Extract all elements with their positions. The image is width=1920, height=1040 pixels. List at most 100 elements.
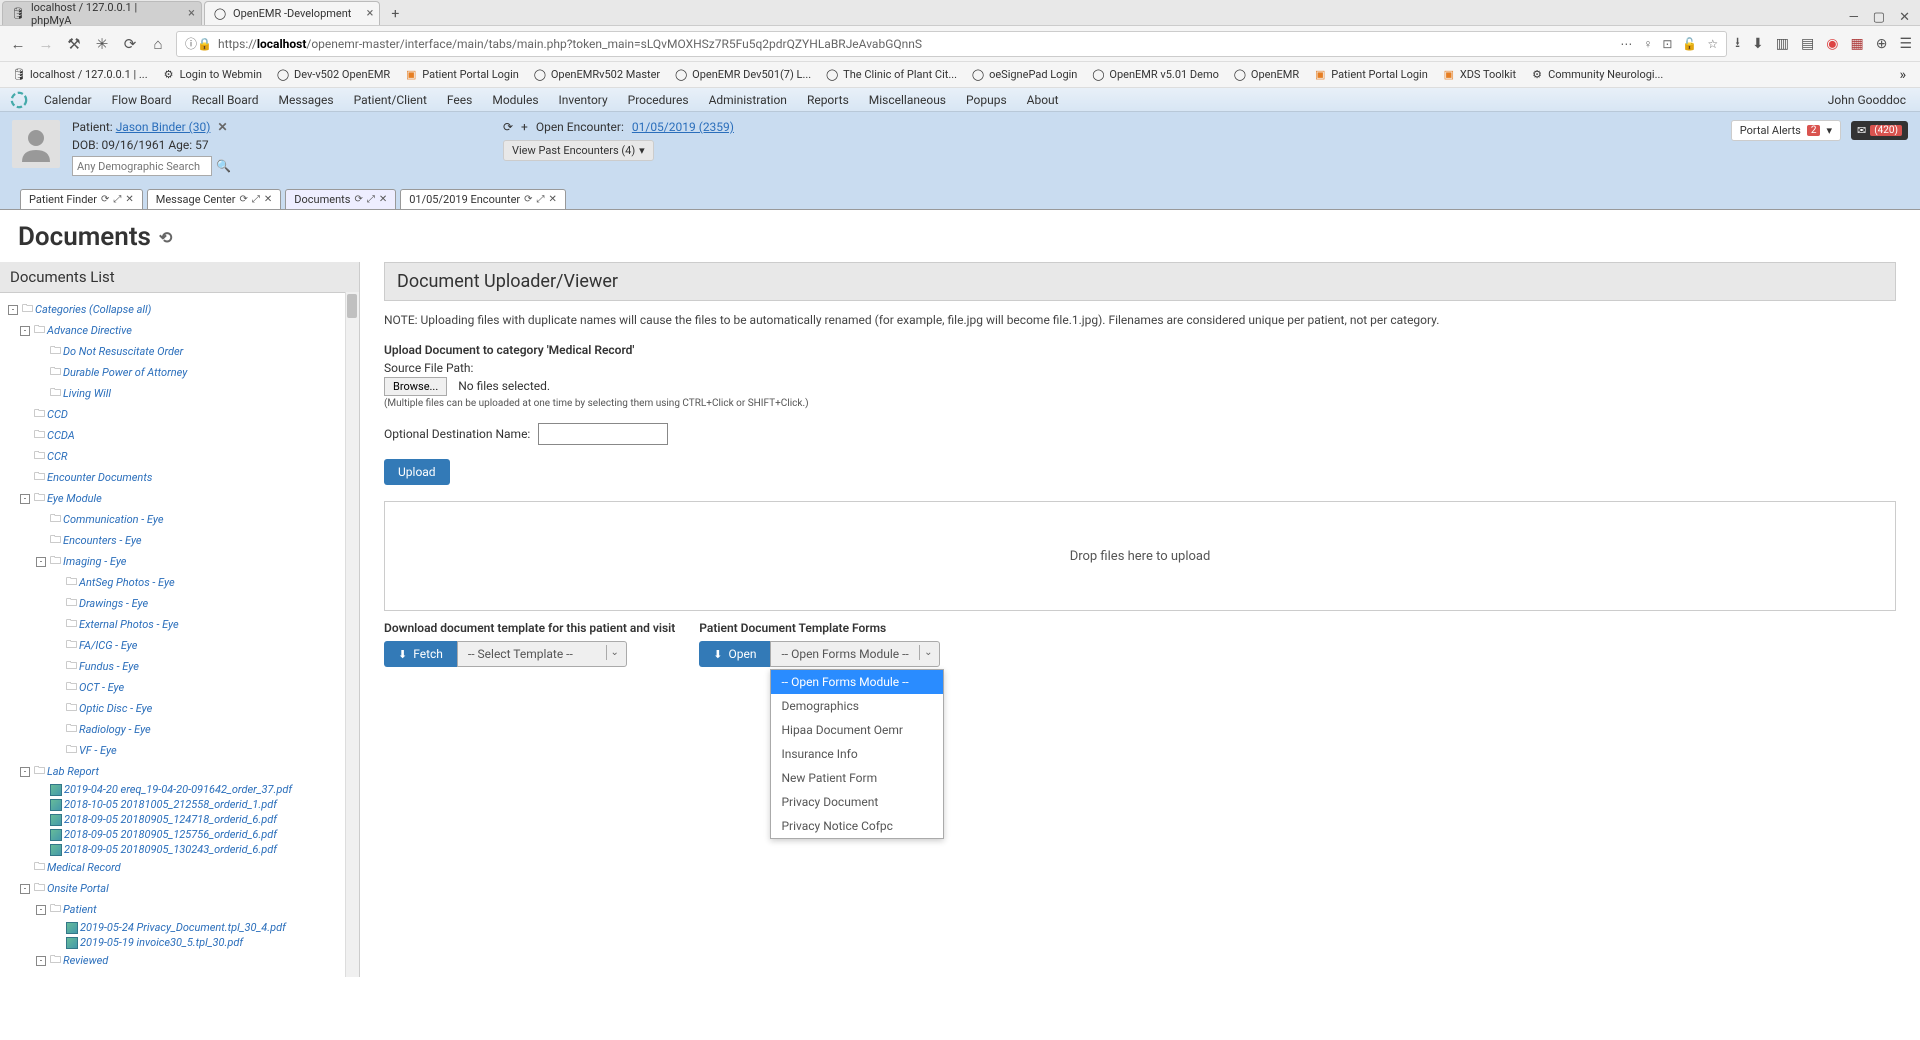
tree-label[interactable]: Patient: [63, 903, 97, 916]
bookmarks-overflow-icon[interactable]: »: [1891, 67, 1914, 83]
tab-message-center[interactable]: Message Center ⟳ ⤢ ✕: [147, 189, 282, 209]
tree-folder[interactable]: 🗀 FA/ICG - Eye: [52, 635, 351, 656]
dropdown-option[interactable]: Privacy Document: [771, 790, 943, 814]
refresh-icon[interactable]: ⟲: [159, 228, 172, 247]
bookmark-star-icon[interactable]: ☆: [1707, 37, 1718, 51]
tree-folder[interactable]: 🗀 Fundus - Eye: [52, 656, 351, 677]
lock-perm-icon[interactable]: 🔓: [1682, 37, 1697, 51]
tree-label[interactable]: Drawings - Eye: [79, 597, 148, 610]
tree-document[interactable]: 2018-10-05 20181005_212558_orderid_1.pdf: [36, 797, 351, 812]
bookmark-item[interactable]: ⚙Login to Webmin: [156, 66, 268, 84]
back-button[interactable]: ←: [8, 34, 28, 54]
tree-folder[interactable]: 🗀 CCDA: [20, 425, 351, 446]
menu-inventory[interactable]: Inventory: [549, 93, 618, 107]
toggle-icon[interactable]: -: [36, 956, 46, 966]
bookmark-item[interactable]: ◯OpenEMR v5.01 Demo: [1085, 66, 1225, 84]
tree-label[interactable]: Living Will: [63, 387, 111, 400]
browser-tab-openemr[interactable]: ◯ OpenEMR -Development ×: [204, 1, 380, 25]
bookmark-item[interactable]: ▣Patient Portal Login: [1307, 66, 1434, 84]
expand-icon[interactable]: ⤢: [367, 194, 375, 205]
menu-modules[interactable]: Modules: [482, 93, 548, 107]
chevron-down-icon[interactable]: ⌄: [606, 645, 623, 660]
menu-miscellaneous[interactable]: Miscellaneous: [859, 93, 956, 107]
tree-label[interactable]: 2018-09-05 20180905_124718_orderid_6.pdf: [64, 813, 277, 826]
settings-icon[interactable]: ✳: [92, 34, 112, 54]
toggle-icon[interactable]: -: [20, 326, 30, 336]
tree-label[interactable]: Do Not Resuscitate Order: [63, 345, 183, 358]
info-icon[interactable]: ⓘ: [185, 35, 197, 52]
tree-label[interactable]: 2018-10-05 20181005_212558_orderid_1.pdf: [64, 798, 277, 811]
open-forms-dropdown[interactable]: -- Open Forms Module --: [770, 641, 940, 667]
scrollbar[interactable]: [345, 292, 359, 977]
tab-patient-finder[interactable]: Patient Finder ⟳ ⤢ ✕: [20, 189, 143, 209]
bookmark-item[interactable]: ▣XDS Toolkit: [1436, 66, 1522, 84]
tree-label[interactable]: CCDA: [47, 429, 75, 442]
expand-icon[interactable]: ⤢: [113, 194, 121, 205]
tree-label[interactable]: Categories (Collapse all): [35, 303, 151, 316]
close-patient-icon[interactable]: ✕: [217, 120, 227, 134]
scrollbar-thumb[interactable]: [347, 294, 357, 318]
tree-folder[interactable]: 🗀 Drawings - Eye: [52, 593, 351, 614]
tree-folder[interactable]: 🗀 Radiology - Eye: [52, 719, 351, 740]
tree-label[interactable]: CCD: [47, 408, 68, 421]
menu-recallboard[interactable]: Recall Board: [182, 93, 269, 107]
tree-label[interactable]: Onsite Portal: [47, 882, 109, 895]
tree-label[interactable]: CCR: [47, 450, 67, 463]
open-encounter-link[interactable]: 01/05/2019 (2359): [632, 120, 734, 134]
toggle-icon[interactable]: -: [36, 557, 46, 567]
app-logo-icon[interactable]: [10, 91, 28, 109]
mail-button[interactable]: ✉ (420): [1851, 121, 1908, 140]
expand-icon[interactable]: ⤢: [252, 194, 260, 205]
tree-label[interactable]: Eye Module: [47, 492, 102, 505]
menu-messages[interactable]: Messages: [269, 93, 344, 107]
tree-folder[interactable]: 🗀 CCD: [20, 404, 351, 425]
collapse-icon[interactable]: -: [8, 305, 18, 315]
dropdown-option[interactable]: New Patient Form: [771, 766, 943, 790]
destination-input[interactable]: [538, 423, 668, 445]
dropzone[interactable]: Drop files here to upload: [384, 501, 1896, 611]
tab-documents[interactable]: Documents ⟳ ⤢ ✕: [285, 189, 396, 209]
tree-folder[interactable]: -🗀 Patient: [36, 899, 351, 920]
tree-label[interactable]: Imaging - Eye: [63, 555, 126, 568]
bookmark-item[interactable]: ◯OpenEMRv502 Master: [527, 66, 666, 84]
refresh-icon[interactable]: ⟳: [101, 194, 109, 205]
toggle-icon[interactable]: -: [36, 905, 46, 915]
tree-folder[interactable]: 🗀 Do Not Resuscitate Order: [36, 341, 351, 362]
download-icon[interactable]: ⭳: [1735, 32, 1740, 56]
past-encounters-button[interactable]: View Past Encounters (4) ▾: [503, 140, 654, 161]
menu-calendar[interactable]: Calendar: [34, 93, 102, 107]
close-icon[interactable]: ×: [366, 6, 373, 21]
tree-label[interactable]: Reviewed: [63, 954, 108, 967]
home-button[interactable]: ⌂: [148, 34, 168, 54]
ext1-icon[interactable]: ◉: [1826, 36, 1838, 52]
tree-folder[interactable]: 🗀 Communication - Eye: [36, 509, 351, 530]
tree-label[interactable]: Lab Report: [47, 765, 99, 778]
tree-label[interactable]: Communication - Eye: [63, 513, 163, 526]
tree-label[interactable]: Medical Record: [47, 861, 121, 874]
tree-root-categories[interactable]: - 🗀 Categories (Collapse all): [8, 299, 351, 320]
refresh-icon[interactable]: ⟳: [503, 120, 513, 134]
bookmark-item[interactable]: ◯The Clinic of Plant Cit...: [819, 66, 963, 84]
bookmark-item[interactable]: ⚙Community Neurologi...: [1524, 66, 1669, 84]
select-template-dropdown[interactable]: -- Select Template --: [457, 641, 627, 667]
toggle-icon[interactable]: -: [20, 884, 30, 894]
tree-folder[interactable]: 🗀 CCR: [20, 446, 351, 467]
dropdown-option[interactable]: Demographics: [771, 694, 943, 718]
url-bar[interactable]: ⓘ 🔒 https://localhost/openemr-master/int…: [176, 31, 1727, 57]
tree-folder[interactable]: 🗀 Medical Record: [20, 857, 351, 878]
maximize-icon[interactable]: ▢: [1873, 10, 1885, 25]
close-window-icon[interactable]: ✕: [1899, 10, 1910, 25]
tree-folder[interactable]: 🗀 Durable Power of Attorney: [36, 362, 351, 383]
close-icon[interactable]: ✕: [125, 194, 133, 205]
reload-button[interactable]: ⟳: [120, 34, 140, 54]
close-icon[interactable]: ✕: [379, 194, 387, 205]
menu-flowboard[interactable]: Flow Board: [102, 93, 182, 107]
add-icon[interactable]: +: [521, 120, 528, 134]
tree-label[interactable]: Optic Disc - Eye: [79, 702, 152, 715]
tree-label[interactable]: External Photos - Eye: [79, 618, 179, 631]
refresh-icon[interactable]: ⟳: [524, 194, 532, 205]
tree-document[interactable]: 2019-04-20 ereq_19-04-20-091642_order_37…: [36, 782, 351, 797]
tree-folder[interactable]: 🗀 OCT - Eye: [52, 677, 351, 698]
browser-tab-phpmyadmin[interactable]: 🛢 localhost / 127.0.0.1 | phpMyA ×: [2, 1, 202, 25]
dropdown-option[interactable]: Privacy Notice Cofpc: [771, 814, 943, 838]
